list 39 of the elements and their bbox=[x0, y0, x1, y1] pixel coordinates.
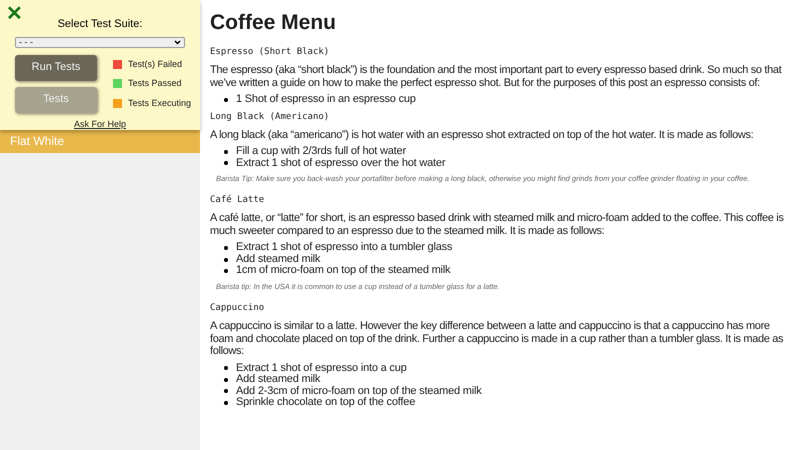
bullet-icon bbox=[224, 378, 228, 382]
bullet-icon bbox=[224, 269, 228, 273]
legend-label: Tests Executing bbox=[128, 96, 192, 110]
bullet-icon bbox=[224, 258, 228, 262]
select-value: - - - bbox=[19, 38, 33, 46]
bullet-icon bbox=[224, 246, 228, 250]
list-item-text: Extract 1 shot of espresso over the hot water bbox=[236, 158, 446, 169]
bullet-icon bbox=[224, 389, 228, 394]
list-item-text: Sprinkle chocolate on top of the coffee bbox=[236, 397, 416, 408]
section-heading: Cappuccino bbox=[210, 302, 266, 314]
help-link[interactable]: Ask For Help bbox=[74, 118, 126, 131]
list-item-text: Fill a cup with 2/3rds full of hot water bbox=[236, 146, 406, 158]
list-item-text: 1 Shot of espresso in an espresso cup bbox=[236, 94, 416, 106]
suite-select[interactable]: - - - bbox=[15, 36, 185, 48]
section-paragraph: A café latte, or “latte” for short, is an espresso based drink with steamed milk and micro-foam added to the coffee. This coffee is much sweeter compared to an espresso due to the steamed milk. It is made as follows: bbox=[210, 212, 785, 238]
bullet-icon bbox=[224, 366, 228, 370]
bullet-icon bbox=[224, 150, 228, 154]
run-tests-button[interactable]: Run Tests bbox=[15, 54, 97, 80]
section-heading: Café Latte bbox=[210, 194, 266, 206]
section-paragraph: A long black (aka “americano”) is hot water with an espresso shot extracted on top of the hot water. It is made as follows: bbox=[210, 128, 754, 141]
list-item-text: Extract 1 shot of espresso into a cup bbox=[236, 362, 407, 374]
section-paragraph: The espresso (aka “short black”) is the foundation and the most important part to every espresso based drink. So much so that we’ve written a guide on how to make the perfect espresso shot. But for the purposes of this post an espresso consists of: bbox=[210, 64, 783, 89]
list-item-text: 1cm of micro-foam on top of the steamed milk bbox=[236, 265, 450, 277]
section-heading: Long Black (Americano) bbox=[210, 110, 330, 122]
close-button[interactable]: ✕ bbox=[6, 2, 23, 26]
list-item-text: Add steamed milk bbox=[236, 374, 320, 386]
bullet-icon bbox=[224, 400, 228, 405]
panel-title: Select Test Suite: bbox=[58, 17, 142, 32]
list-item-text: Add steamed milk bbox=[236, 254, 320, 265]
legend-label: Tests Passed bbox=[128, 77, 182, 90]
legend-label: Test(s) Failed bbox=[128, 58, 182, 71]
section-heading: Espresso (Short Black) bbox=[210, 46, 330, 58]
chevron-icon bbox=[174, 40, 181, 44]
section-paragraph: A cappuccino is similar to a latte. However the key difference between a latte and cappuccino is that a cappuccino has more foam and chocolate placed on top of the drink. Further a cappuccino is made in a cup rather than a tumbler glass. It is made as follows: bbox=[210, 320, 784, 358]
list-item-text: Extract 1 shot of espresso into a tumbler glass bbox=[236, 242, 452, 254]
bullet-icon bbox=[224, 98, 228, 102]
list-item-text: Add 2-3cm of micro-foam on top of the steamed milk bbox=[236, 386, 482, 397]
bullet-icon bbox=[224, 161, 228, 166]
page-title: Coffee Menu bbox=[210, 10, 337, 36]
